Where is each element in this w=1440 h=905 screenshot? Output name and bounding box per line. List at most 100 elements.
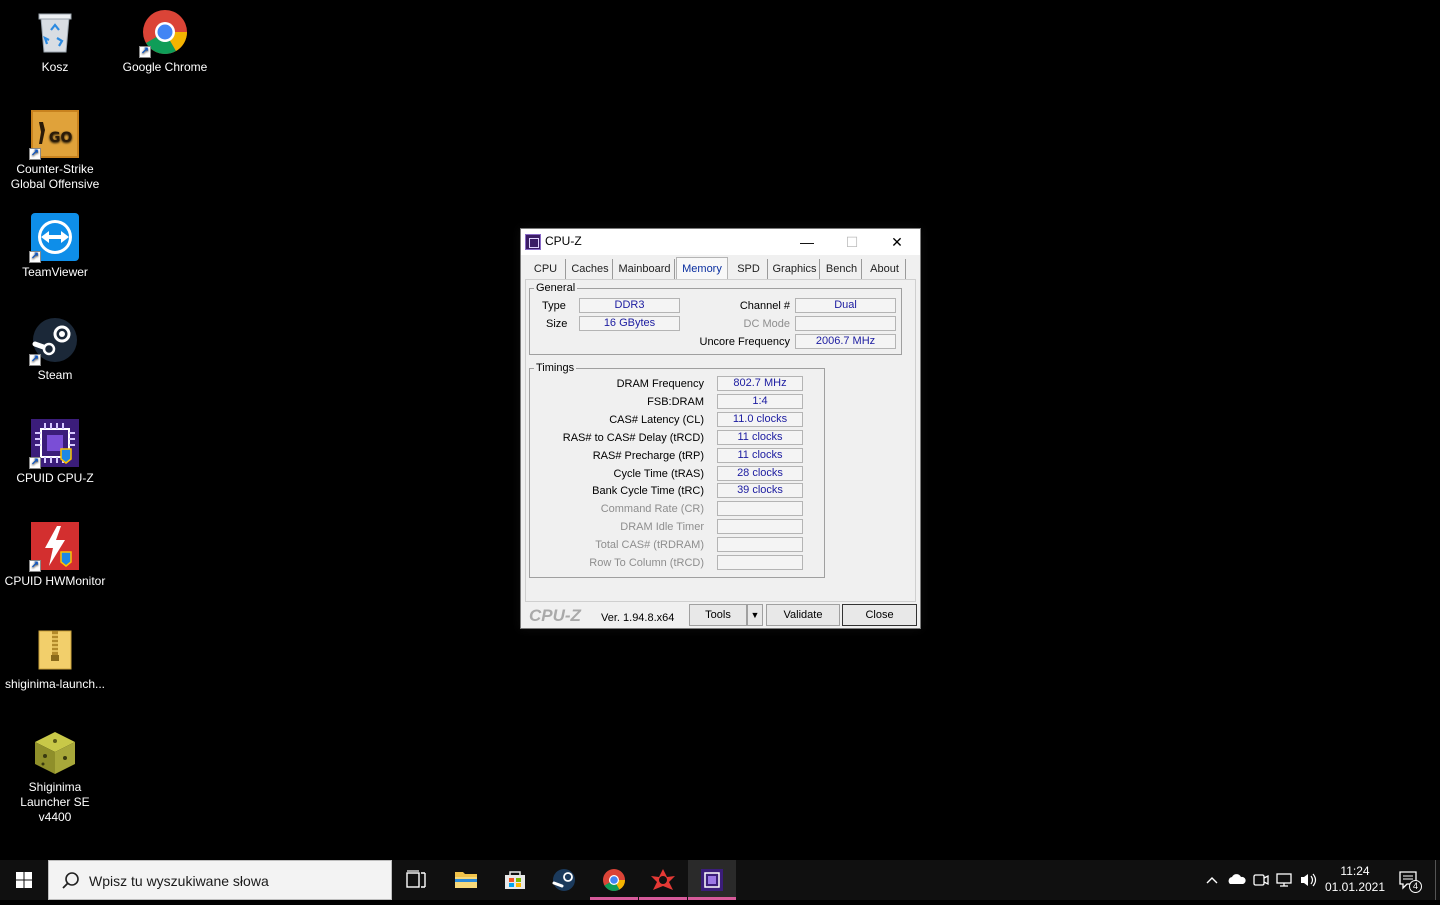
window-footer: CPU-Z Ver. 1.94.8.x64 Tools ▼ Validate C… (521, 601, 920, 628)
svg-text:GO: GO (49, 130, 72, 146)
hwmonitor-icon: ↗ (29, 522, 79, 572)
desktop-icon-steam[interactable]: ↗ Steam (3, 316, 107, 383)
tab-graphics[interactable]: Graphics (770, 259, 820, 279)
timing-label: FSB:DRAM (647, 395, 704, 408)
onedrive-tray[interactable] (1226, 860, 1248, 900)
search-box[interactable]: Wpisz tu wyszukiwane słowa (48, 860, 392, 900)
title-bar[interactable]: CPU-Z — ☐ ✕ (521, 229, 920, 255)
cloud-icon (1228, 874, 1246, 884)
tab-memory[interactable]: Memory (676, 257, 728, 279)
desktop-icon-label: CPUID CPU-Z (16, 471, 94, 485)
show-hidden-icons-button[interactable] (1200, 860, 1224, 900)
csgo-icon: GO ↗ (29, 110, 79, 160)
uncore-frequency-value: 2006.7 MHz (795, 334, 896, 349)
desktop-icon-recycle-bin[interactable]: Kosz (3, 8, 107, 75)
validate-button[interactable]: Validate (766, 604, 840, 626)
shortcut-arrow-icon: ↗ (29, 251, 41, 263)
shortcut-arrow-icon: ↗ (29, 148, 41, 160)
close-button[interactable]: Close (842, 604, 917, 626)
desktop: Kosz ↗ Google Chrome GO ↗ Counter-Strike… (0, 0, 1440, 860)
desktop-icon-zip-folder[interactable]: shiginima-launch... (3, 625, 107, 692)
cpuz-icon (701, 869, 723, 891)
search-placeholder: Wpisz tu wyszukiwane słowa (89, 873, 269, 889)
close-window-button[interactable]: ✕ (874, 229, 920, 255)
cpuz-logo: CPU-Z (529, 606, 581, 625)
tab-spd[interactable]: SPD (730, 259, 768, 279)
timing-label: Command Rate (CR) (600, 503, 704, 516)
tools-button[interactable]: Tools (689, 604, 747, 626)
dc-mode-label: DC Mode (743, 318, 790, 330)
clock-date: 01.01.2021 (1324, 880, 1386, 894)
desktop-icon-label: Steam (37, 368, 73, 382)
timing-label: Total CAS# (tRDRAM) (595, 539, 704, 552)
size-value: 16 GBytes (579, 316, 680, 331)
desktop-icon-shiginima[interactable]: Shiginima Launcher SE v4400 (3, 728, 107, 825)
tab-mainboard[interactable]: Mainboard (615, 259, 675, 279)
chevron-up-icon (1206, 877, 1218, 884)
action-center-button[interactable]: 4 (1396, 860, 1424, 900)
teamviewer-icon: ↗ (29, 213, 79, 263)
timing-label: Row To Column (tRCD) (589, 557, 704, 569)
desktop-icon-label: shiginima-launch... (4, 677, 106, 691)
shortcut-arrow-icon: ↗ (29, 560, 41, 572)
timing-label: Bank Cycle Time (tRC) (592, 485, 704, 498)
hwmonitor-icon (651, 869, 675, 890)
desktop-icon-hwmonitor[interactable]: ↗ CPUID HWMonitor (3, 522, 107, 589)
timing-value: 11.0 clocks (717, 411, 803, 427)
recycle-bin-icon (31, 8, 79, 56)
shiginima-icon (31, 728, 79, 776)
task-view-button[interactable] (392, 860, 440, 900)
uncore-frequency-label: Uncore Frequency (699, 336, 791, 348)
camera-icon (1253, 874, 1269, 886)
taskbar-steam[interactable] (540, 860, 588, 900)
speaker-icon (1301, 873, 1317, 887)
taskbar-cpuz[interactable] (688, 860, 736, 900)
taskbar-hwmonitor[interactable] (639, 860, 687, 900)
minimize-button[interactable]: — (784, 229, 830, 255)
steam-icon: ↗ (29, 316, 79, 366)
timing-value: 11 clocks (717, 429, 803, 445)
timing-label: DRAM Idle Timer (620, 521, 704, 534)
channel-label: Channel # (739, 300, 790, 312)
timing-value: 802.7 MHz (717, 376, 803, 391)
timing-value: 1:4 (717, 393, 803, 409)
desktop-icon-label: CPUID HWMonitor (4, 574, 106, 588)
desktop-icon-chrome[interactable]: ↗ Google Chrome (113, 8, 217, 75)
desktop-icon-teamviewer[interactable]: ↗ TeamViewer (3, 213, 107, 280)
windows-logo-icon (16, 872, 32, 888)
timing-label: Cycle Time (tRAS) (613, 467, 704, 480)
tab-bench[interactable]: Bench (822, 259, 862, 279)
timing-label: RAS# Precharge (tRP) (592, 449, 704, 462)
clock[interactable]: 11:24 01.01.2021 (1320, 863, 1390, 895)
task-view-icon (406, 870, 426, 888)
chrome-icon (603, 869, 625, 891)
notifications-icon (1399, 871, 1417, 890)
timing-value: 39 clocks (717, 483, 803, 499)
tab-about[interactable]: About (864, 259, 906, 279)
desktop-icon-label: Counter-Strike Global Offensive (10, 162, 100, 191)
timing-value (717, 519, 803, 535)
volume-tray[interactable] (1298, 860, 1320, 900)
timing-label: RAS# to CAS# Delay (tRCD) (562, 431, 704, 444)
type-label: Type (542, 300, 566, 312)
meet-now-tray[interactable] (1250, 860, 1272, 900)
file-explorer-icon (455, 872, 477, 888)
show-desktop-button[interactable] (1435, 860, 1440, 900)
desktop-icon-csgo[interactable]: GO ↗ Counter-Strike Global Offensive (3, 110, 107, 192)
shortcut-arrow-icon: ↗ (29, 354, 41, 366)
clock-time: 11:24 (1340, 864, 1370, 878)
taskbar-file-explorer[interactable] (442, 860, 490, 900)
tab-caches[interactable]: Caches (568, 259, 613, 279)
shortcut-arrow-icon: ↗ (139, 46, 151, 58)
taskbar-chrome[interactable] (590, 860, 638, 900)
desktop-icon-cpuz[interactable]: ↗ CPUID CPU-Z (3, 419, 107, 486)
steam-icon (552, 869, 575, 891)
general-legend: General (536, 282, 576, 294)
network-tray[interactable] (1274, 860, 1296, 900)
taskbar-store[interactable] (491, 860, 539, 900)
tools-dropdown-arrow[interactable]: ▼ (747, 604, 763, 626)
start-button[interactable] (0, 860, 48, 900)
zip-folder-icon (31, 625, 79, 673)
tab-cpu[interactable]: CPU (526, 259, 566, 279)
store-icon (505, 871, 525, 889)
